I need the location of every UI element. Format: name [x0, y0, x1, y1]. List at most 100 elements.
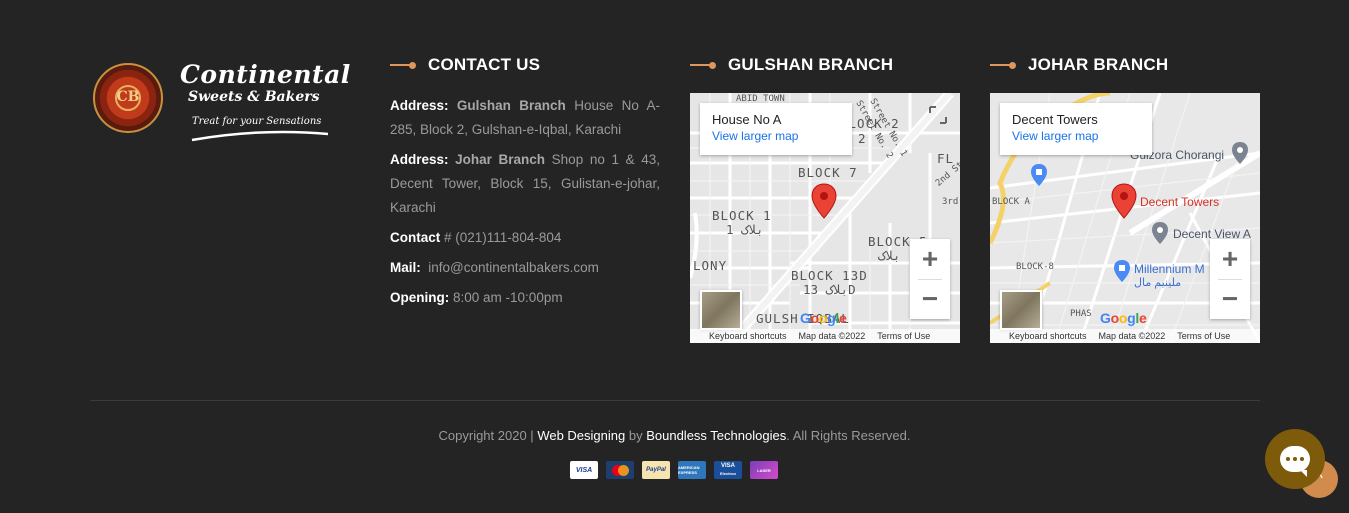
opening-label: Opening: — [390, 290, 450, 305]
view-larger-map-link[interactable]: View larger map — [1012, 129, 1140, 143]
terms-of-use-link[interactable]: Terms of Use — [1177, 331, 1230, 341]
contact-phone-value[interactable]: # (021)111-804-804 — [444, 230, 561, 245]
terms-of-use-link[interactable]: Terms of Use — [877, 331, 930, 341]
satellite-toggle-button[interactable] — [1000, 290, 1042, 330]
johar-heading: JOHAR BRANCH — [990, 54, 1168, 76]
logo-tagline: Treat for your Sensations — [192, 116, 322, 127]
contact-opening: Opening: 8:00 am -10:00pm — [390, 286, 660, 310]
laser-card-icon: LASER — [750, 461, 778, 479]
map-label-millennium-urdu: ملینیم مال — [1134, 277, 1182, 289]
map-label-block8: BLOCK-8 — [1016, 262, 1054, 272]
mail-label: Mail: — [390, 260, 421, 275]
address-johar: Address: Johar Branch Shop no 1 & 43, De… — [390, 148, 660, 220]
company-link[interactable]: Boundless Technologies — [646, 428, 786, 443]
visa-card-icon: VISA — [570, 461, 598, 479]
web-designing-link[interactable]: Web Designing — [537, 428, 625, 443]
map-label-fl: FL — [937, 151, 955, 166]
map-label-block1: BLOCK 1 — [712, 208, 772, 223]
heading-dot — [1009, 61, 1016, 69]
map-pin-icon[interactable] — [811, 183, 837, 219]
copyright-text: Copyright 2020 | Web Designing by Boundl… — [0, 428, 1349, 443]
zoom-out-button[interactable]: − — [910, 279, 950, 319]
map-label-block13d: BLOCK 13D — [791, 268, 868, 283]
map-label-block-a: BLOCK A — [992, 197, 1030, 207]
logo-badge-text: CB — [116, 89, 140, 105]
google-logo: Google — [1100, 310, 1147, 326]
map-pin-icon[interactable] — [1111, 183, 1137, 219]
shopping-marker-icon[interactable] — [1113, 259, 1131, 283]
zoom-divider — [1218, 279, 1242, 280]
place-marker-icon[interactable] — [1151, 221, 1169, 245]
map-data-text: Map data ©2022 — [798, 331, 866, 341]
chat-widget-button[interactable] — [1265, 429, 1325, 489]
payment-methods: VISA PayPal AMERICAN EXPRESS VISA Electr… — [570, 461, 778, 479]
map-label-block7: BLOCK 7 — [798, 165, 858, 180]
map-footer: Keyboard shortcuts Map data ©2022 Terms … — [990, 329, 1260, 343]
map-label-colony: LONY — [693, 258, 728, 273]
address-label: Address: — [390, 98, 449, 113]
map-label-millennium: Millennium M — [1134, 262, 1205, 276]
map-label-pin: Decent Towers — [1140, 195, 1220, 209]
place-marker-icon[interactable] — [1231, 141, 1249, 165]
mail-value[interactable]: info@continentalbakers.com — [428, 260, 599, 275]
zoom-divider — [918, 279, 942, 280]
copyright-suffix: . All Rights Reserved. — [786, 428, 911, 443]
keyboard-shortcuts-link[interactable]: Keyboard shortcuts — [709, 331, 787, 341]
map-info-card: Decent Towers View larger map — [1000, 103, 1152, 155]
brand-logo[interactable]: CB Continental Sweets & Bakers Treat for… — [90, 60, 350, 150]
contact-info: Address: Gulshan Branch House No A-285, … — [390, 94, 660, 316]
mastercard-icon — [606, 461, 634, 479]
view-larger-map-link[interactable]: View larger map — [712, 129, 840, 143]
map-label-3rd: 3rd — [942, 197, 959, 207]
map-label-block5-urdu: بلاک — [878, 248, 901, 263]
logo-badge: CB — [93, 63, 163, 133]
zoom-out-button[interactable]: − — [1210, 279, 1250, 319]
address-label: Address: — [390, 152, 449, 167]
map-place-name: House No A — [712, 112, 782, 127]
keyboard-shortcuts-link[interactable]: Keyboard shortcuts — [1009, 331, 1087, 341]
gulshan-map[interactable]: ABID TOWN BLOCK 2 2 Street No. 1 Street … — [690, 93, 960, 343]
zoom-in-button[interactable]: + — [910, 239, 950, 279]
map-data-text: Map data ©2022 — [1098, 331, 1166, 341]
satellite-toggle-button[interactable] — [700, 290, 742, 330]
fullscreen-icon[interactable] — [926, 103, 950, 127]
contact-heading-text: CONTACT US — [428, 55, 541, 74]
heading-line — [990, 64, 1010, 66]
paypal-icon: PayPal — [642, 461, 670, 479]
logo-swoosh — [191, 130, 329, 142]
map-info-card: House No A View larger map — [700, 103, 852, 155]
gulshan-heading: GULSHAN BRANCH — [690, 54, 893, 76]
logo-title: Continental — [180, 60, 351, 89]
amex-icon: AMERICAN EXPRESS — [678, 461, 706, 479]
contact-phone: Contact # (021)111-804-804 — [390, 226, 660, 250]
map-label-block1-urdu: بلاک 1 — [726, 222, 764, 237]
shopping-marker-icon[interactable] — [1030, 163, 1048, 187]
johar-heading-text: JOHAR BRANCH — [1028, 55, 1169, 74]
johar-map[interactable]: Gulzora Chorangi Decent Towers Decent Vi… — [990, 93, 1260, 343]
logo-subtitle: Sweets & Bakers — [188, 89, 320, 105]
map-footer: Keyboard shortcuts Map data ©2022 Terms … — [690, 329, 960, 343]
address-branch-gulshan: Gulshan Branch — [456, 98, 566, 113]
opening-value: 8:00 am -10:00pm — [453, 290, 563, 305]
heading-dot — [709, 61, 716, 69]
map-zoom-control: + − — [1210, 239, 1250, 319]
map-label-block13d-urdu: بلاک 13D — [803, 282, 857, 297]
contact-label: Contact — [390, 230, 441, 245]
map-label-block2-num: 2 — [858, 131, 867, 146]
map-zoom-control: + − — [910, 239, 950, 319]
address-branch-johar: Johar Branch — [455, 152, 546, 167]
google-logo: Google — [800, 310, 847, 326]
heading-dot — [409, 61, 416, 69]
heading-line — [390, 64, 410, 66]
footer-divider — [90, 400, 1260, 401]
gulshan-heading-text: GULSHAN BRANCH — [728, 55, 894, 74]
contact-heading: CONTACT US — [390, 54, 540, 76]
map-label-phase: PHAS — [1070, 309, 1092, 319]
address-gulshan: Address: Gulshan Branch House No A-285, … — [390, 94, 660, 142]
visa-electron-bottom: Electron — [719, 471, 736, 476]
zoom-in-button[interactable]: + — [1210, 239, 1250, 279]
copyright-by: by — [628, 428, 643, 443]
heading-line — [690, 64, 710, 66]
map-place-name: Decent Towers — [1012, 112, 1098, 127]
contact-mail: Mail: info@continentalbakers.com — [390, 256, 660, 280]
